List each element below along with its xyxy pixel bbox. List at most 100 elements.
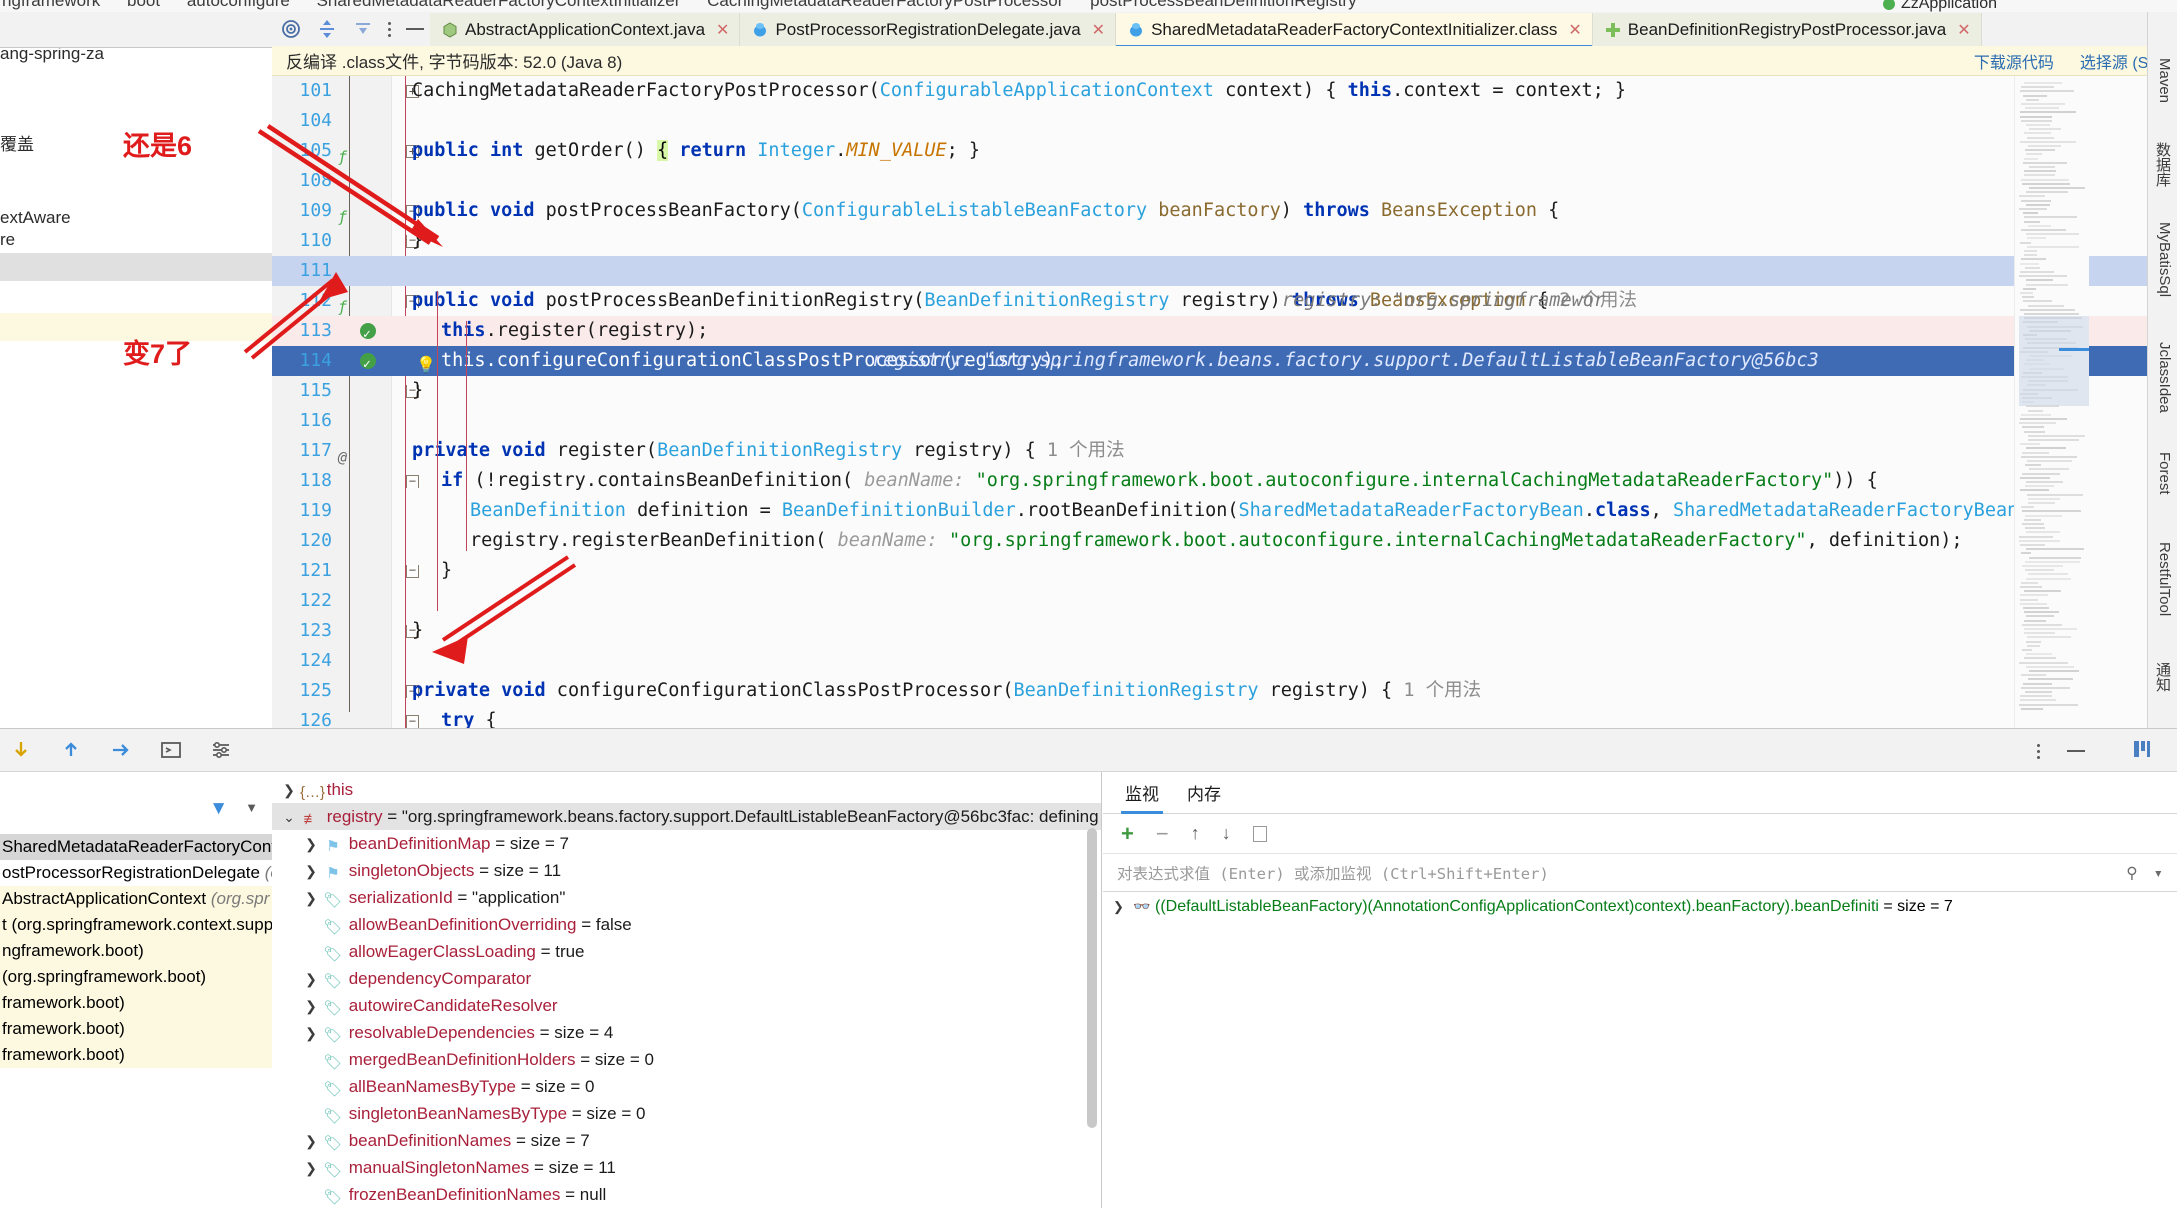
variable-row[interactable]: ❯ ⚑ singletonObjects = size = 11: [272, 857, 1101, 884]
gutter-marks[interactable]: [336, 586, 392, 616]
variable-row[interactable]: ⌄ ≢ registry = "org.springframework.beans…: [272, 803, 1101, 830]
tool-window-notifications[interactable]: 通知: [2152, 662, 2173, 692]
chevron-right-icon[interactable]: ❯: [300, 885, 322, 912]
code-line[interactable]: 117 @ private void register(BeanDefinition…: [272, 436, 2177, 466]
add-watch-icon[interactable]: +: [1121, 821, 1134, 847]
code-line[interactable]: 114💡this.configureConfigurationClassPost…: [272, 346, 2177, 380]
variables-tree[interactable]: ❯ {…} this ⌄ ≢ registry = "org.springframew…: [272, 772, 1101, 1208]
minimap-viewport[interactable]: [2019, 316, 2089, 406]
code-line[interactable]: 104: [272, 106, 2177, 136]
breadcrumb-item[interactable]: ngframework: [2, 0, 100, 11]
code-line[interactable]: 111: [272, 256, 2177, 286]
code-line[interactable]: 115−}: [272, 376, 2177, 406]
hide-icon[interactable]: [2067, 750, 2085, 752]
tool-window-mybatissql[interactable]: MyBatisSql: [2156, 222, 2173, 297]
variable-row[interactable]: ❯ 🏷 autowireCandidateResolver: [272, 992, 1101, 1019]
gutter-marks[interactable]: @: [336, 436, 392, 466]
fold-collapse-icon[interactable]: −: [406, 715, 419, 728]
fold-collapse-icon[interactable]: −: [406, 564, 419, 578]
editor-minimap[interactable]: [2014, 76, 2089, 728]
copy-icon[interactable]: [1252, 825, 1267, 842]
move-down-icon[interactable]: ↓: [1222, 823, 1231, 844]
variable-row[interactable]: 🏷 allowEagerClassLoading = true: [272, 938, 1101, 965]
gutter-marks[interactable]: −: [336, 226, 419, 256]
gutter-marks[interactable]: [336, 496, 392, 526]
tab-watches[interactable]: 监视: [1121, 780, 1163, 814]
frame-row[interactable]: framework.boot): [0, 990, 272, 1016]
breadcrumb-item[interactable]: CachingMetadataReaderFactoryPostProcesso…: [707, 0, 1063, 11]
verified-breakpoint-icon[interactable]: [360, 350, 376, 380]
editor-tab-postprocessorregistrationdelegate[interactable]: PostProcessorRegistrationDelegate.java ✕: [740, 13, 1117, 47]
gutter-marks[interactable]: [336, 106, 392, 136]
code-line[interactable]: 124: [272, 646, 2177, 676]
code-line[interactable]: 125− private void configureConfigurationC…: [272, 676, 2177, 706]
chevron-right-icon[interactable]: ❯: [278, 777, 300, 804]
gutter-marks[interactable]: [336, 166, 392, 196]
variable-row[interactable]: ❯ 🏷 serializationId = "application": [272, 884, 1101, 911]
breadcrumb-item[interactable]: boot: [127, 0, 160, 11]
variable-row[interactable]: 🏷 frozenBeanDefinitionNames = null: [272, 1181, 1101, 1208]
tool-window-jclassidea[interactable]: JclassIdea: [2156, 342, 2173, 413]
editor-tab-beandefinitionregistrypostprocessor[interactable]: BeanDefinitionRegistryPostProcessor.java…: [1592, 13, 1982, 47]
variable-row[interactable]: ❯ {…} this: [272, 776, 1101, 803]
code-editor[interactable]: 101 + CachingMetadataReaderFactoryPostProc…: [272, 76, 2177, 728]
breadcrumb-item[interactable]: autoconfigure: [187, 0, 290, 11]
code-line[interactable]: 120 registry.registerBeanDefinition( bean…: [272, 526, 2177, 556]
chevron-down-icon[interactable]: ▾: [2154, 864, 2163, 882]
close-icon[interactable]: ✕: [1092, 20, 1105, 40]
remove-watch-icon[interactable]: −: [1156, 821, 1169, 847]
code-line[interactable]: 122: [272, 586, 2177, 616]
variable-row[interactable]: ❯ ⚑ beanDefinitionMap = size = 7: [272, 830, 1101, 857]
code-line[interactable]: 121 −}: [272, 556, 2177, 586]
evaluate-expression-icon[interactable]: [158, 737, 184, 763]
variable-row[interactable]: ❯ 🏷 beanDefinitionNames = size = 7: [272, 1127, 1101, 1154]
code-line[interactable]: 109 ƒ − public void postProcessBeanFactory(…: [272, 196, 2177, 226]
close-icon[interactable]: ✕: [1568, 20, 1581, 40]
tool-window-database[interactable]: 数据库: [2152, 142, 2173, 187]
tool-window-maven[interactable]: Maven: [2156, 58, 2173, 103]
frame-row[interactable]: (org.springframework.boot): [0, 964, 272, 990]
gutter-marks[interactable]: −: [336, 556, 419, 586]
chevron-right-icon[interactable]: ❯: [300, 993, 322, 1020]
frames-pane[interactable]: ▼ ▼ SharedMetadataReaderFactoryConte ostP…: [0, 772, 272, 1208]
close-icon[interactable]: ✕: [1957, 20, 1970, 40]
chevron-right-icon[interactable]: ❯: [1113, 893, 1133, 921]
frame-row[interactable]: SharedMetadataReaderFactoryConte: [0, 834, 272, 860]
close-icon[interactable]: ✕: [716, 20, 729, 40]
expand-all-icon[interactable]: [316, 18, 338, 40]
code-line[interactable]: 119 BeanDefinition definition = BeanDefin…: [272, 496, 2177, 526]
variable-row[interactable]: 🏷 singletonBeanNamesByType = size = 0: [272, 1100, 1101, 1127]
collapse-all-icon[interactable]: [352, 18, 374, 40]
fold-collapse-icon[interactable]: −: [406, 475, 419, 488]
chevron-down-icon[interactable]: ▼: [245, 800, 258, 815]
gutter-marks[interactable]: −: [336, 706, 419, 728]
variable-row[interactable]: ❯ 🏷 resolvableDependencies = size = 4: [272, 1019, 1101, 1046]
code-line[interactable]: 108: [272, 166, 2177, 196]
gutter-marks[interactable]: ƒ −: [336, 196, 419, 226]
gutter-marks[interactable]: ƒ −: [336, 286, 419, 316]
more-options-icon[interactable]: [2037, 742, 2041, 760]
step-out-icon[interactable]: [108, 737, 134, 763]
variables-scrollbar[interactable]: [1087, 828, 1097, 1128]
editor-tab-sharedmetadatareaderfactorycontextinitializer[interactable]: SharedMetadataReaderFactoryContextInitia…: [1116, 13, 1593, 47]
code-line[interactable]: 123−}: [272, 616, 2177, 646]
gutter-marks[interactable]: [336, 316, 392, 350]
chevron-right-icon[interactable]: ❯: [300, 858, 322, 885]
frame-row[interactable]: framework.boot): [0, 1016, 272, 1042]
code-line[interactable]: 118 − if (!registry.containsBeanDefinition…: [272, 466, 2177, 496]
code-line[interactable]: 126 − try {: [272, 706, 2177, 728]
frame-row[interactable]: t (org.springframework.context.supp: [0, 912, 272, 938]
code-line[interactable]: 101 + CachingMetadataReaderFactoryPostProc…: [272, 76, 2177, 106]
chevron-right-icon[interactable]: ❯: [300, 1155, 322, 1182]
gutter-marks[interactable]: [336, 526, 392, 556]
chevron-right-icon[interactable]: ❯: [300, 1128, 322, 1155]
variable-row[interactable]: ❯ 🏷 manualSingletonNames = size = 11: [272, 1154, 1101, 1181]
chevron-right-icon[interactable]: ❯: [300, 966, 322, 993]
variable-row[interactable]: ❯ 🏷 dependencyComparator: [272, 965, 1101, 992]
breadcrumb-item[interactable]: postProcessBeanDefinitionRegistry: [1090, 0, 1356, 11]
breadcrumb-item[interactable]: SharedMetadataReaderFactoryContextInitia…: [317, 0, 681, 11]
settings-icon[interactable]: [208, 737, 234, 763]
gutter-marks[interactable]: −: [336, 466, 419, 496]
hide-icon[interactable]: [406, 28, 424, 30]
download-sources-link[interactable]: 下载源代码: [1974, 49, 2054, 73]
